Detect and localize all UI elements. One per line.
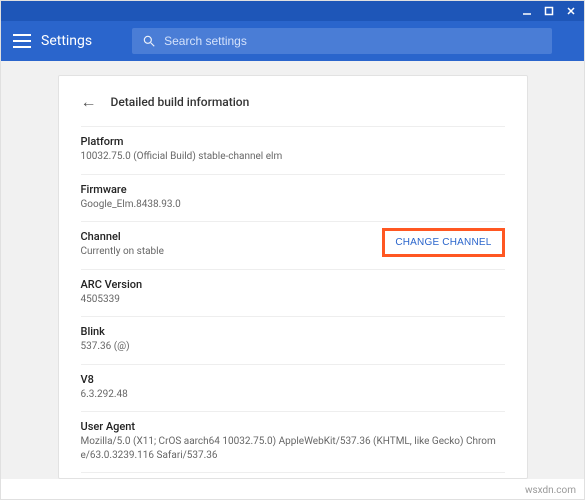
page-title: Detailed build information xyxy=(111,95,250,109)
section-useragent: User Agent Mozilla/5.0 (X11; CrOS aarch6… xyxy=(81,411,505,472)
close-button[interactable] xyxy=(566,6,576,16)
section-blink: Blink 537.36 (@) xyxy=(81,316,505,364)
label-platform: Platform xyxy=(81,135,505,148)
watermark: wsxdn.com xyxy=(525,485,576,496)
search-icon xyxy=(142,34,156,48)
toolbar: Settings xyxy=(1,21,584,61)
card-header: ← Detailed build information xyxy=(81,92,505,112)
label-useragent: User Agent xyxy=(81,420,505,433)
section-channel: Channel Currently on stable CHANGE CHANN… xyxy=(81,221,505,269)
minimize-button[interactable] xyxy=(522,6,532,16)
value-platform: 10032.75.0 (Official Build) stable-chann… xyxy=(81,150,505,164)
value-blink: 537.36 (@) xyxy=(81,340,505,354)
section-platform: Platform 10032.75.0 (Official Build) sta… xyxy=(81,126,505,174)
value-arc: 4505339 xyxy=(81,293,505,307)
search-box[interactable] xyxy=(132,28,552,54)
label-blink: Blink xyxy=(81,325,505,338)
search-input[interactable] xyxy=(164,34,542,48)
maximize-button[interactable] xyxy=(544,6,554,16)
section-firmware: Firmware Google_Elm.8438.93.0 xyxy=(81,174,505,222)
value-firmware: Google_Elm.8438.93.0 xyxy=(81,198,505,212)
back-arrow-icon[interactable]: ← xyxy=(81,92,97,112)
section-arc: ARC Version 4505339 xyxy=(81,269,505,317)
label-arc: ARC Version xyxy=(81,278,505,291)
content-area: ← Detailed build information Platform 10… xyxy=(1,61,584,479)
app-title: Settings xyxy=(41,33,92,49)
change-channel-button[interactable]: CHANGE CHANNEL xyxy=(382,228,504,257)
window: Settings ← Detailed build information Pl… xyxy=(0,0,585,500)
section-v8: V8 6.3.292.48 xyxy=(81,364,505,412)
label-v8: V8 xyxy=(81,373,505,386)
value-v8: 6.3.292.48 xyxy=(81,388,505,402)
section-cmdline: Command Line /opt/google/chrome/chrome -… xyxy=(81,472,505,479)
details-card: ← Detailed build information Platform 10… xyxy=(58,75,528,479)
window-titlebar xyxy=(1,1,584,21)
value-useragent: Mozilla/5.0 (X11; CrOS aarch64 10032.75.… xyxy=(81,435,505,462)
menu-icon[interactable] xyxy=(13,34,31,48)
label-firmware: Firmware xyxy=(81,183,505,196)
